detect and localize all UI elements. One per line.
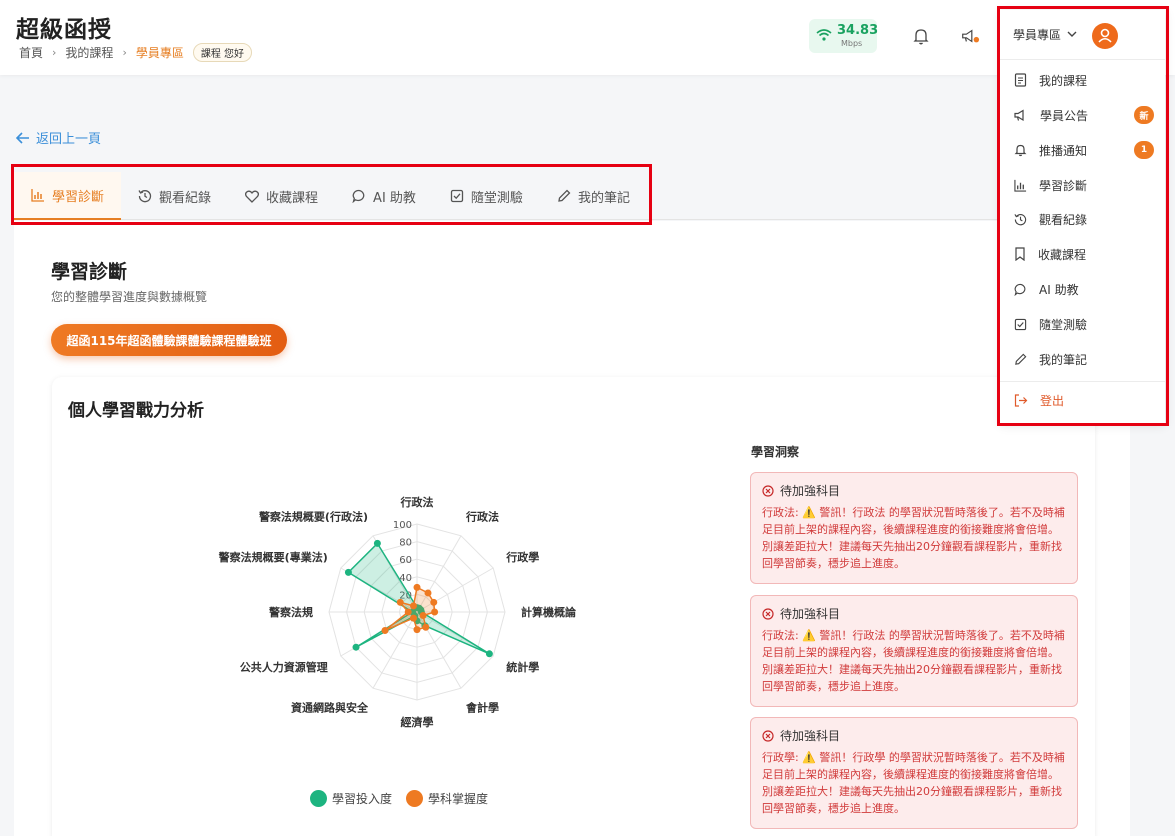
insights-title: 學習洞察 — [751, 445, 800, 459]
radar-data-point — [413, 626, 421, 634]
legend-swatch — [406, 790, 424, 807]
network-speed-badge: 34.83 Mbps — [809, 19, 879, 53]
page-title: 學習診斷 — [51, 261, 128, 283]
x-circle-icon — [762, 729, 774, 742]
alert-heading: 待加強科目 — [780, 729, 841, 743]
alert-body: 行政法: ⚠️ 警訊！行政法 的學習狀況暫時落後了。若不及時補足目前上架的課程內… — [762, 629, 1065, 693]
alert-heading: 待加強科目 — [780, 484, 841, 498]
breadcrumb: 首頁 › 我的課程 › 學員專區 課程 您好 — [19, 43, 253, 62]
radar-data-point — [396, 598, 404, 606]
radar-data-point — [431, 608, 439, 616]
megaphone-icon[interactable] — [960, 26, 980, 46]
radar-data-point — [413, 583, 421, 591]
radar-axis-label: 警察法規概要(專業法) — [218, 550, 328, 564]
radar-data-point — [352, 643, 360, 651]
x-circle-icon — [762, 484, 774, 497]
radar-axis-label: 統計學 — [506, 660, 539, 674]
radar-axis-label: 公共人力資源管理 — [240, 660, 328, 674]
speed-value: 34.83 — [837, 23, 879, 38]
radar-axis-label: 警察法規 — [268, 605, 313, 619]
alert-heading: 待加強科目 — [780, 607, 841, 621]
radar-axis-label: 資通網路與安全 — [291, 700, 369, 714]
x-circle-icon — [762, 607, 774, 620]
legend-label: 學科掌握度 — [428, 792, 489, 806]
chevron-right-icon: › — [122, 46, 127, 59]
radar-axis-label: 行政學 — [505, 550, 539, 564]
radar-data-point — [424, 589, 432, 597]
radar-data-point — [419, 612, 427, 620]
radar-tick-label: 80 — [399, 538, 412, 549]
radar-data-point — [404, 608, 412, 616]
radar-data-point — [485, 650, 493, 658]
insight-alert: 待加強科目 行政法: ⚠️ 警訊！行政法 的學習狀況暫時落後了。若不及時補足目前… — [750, 472, 1078, 584]
course-select-button[interactable]: 超函115年超函體驗課體驗課程體驗班 — [51, 324, 287, 356]
radar-axis-label: 經濟學 — [401, 715, 434, 729]
radar-axis-label: 會計學 — [466, 700, 499, 714]
radar-data-point — [344, 568, 352, 576]
breadcrumb-home[interactable]: 首頁 — [19, 44, 43, 61]
insight-alert: 待加強科目 行政學: ⚠️ 警訊！行政學 的學習狀況暫時落後了。若不及時補足目前… — [750, 717, 1078, 829]
highlight-box-dropdown — [997, 6, 1169, 426]
radar-data-point — [381, 626, 389, 634]
legend-swatch — [310, 790, 327, 807]
back-link[interactable]: 返回上一頁 — [16, 128, 101, 147]
back-link-label: 返回上一頁 — [36, 132, 102, 147]
speed-unit: Mbps — [841, 39, 863, 48]
page-subtitle: 您的整體學習進度與數據概覽 — [51, 290, 208, 304]
radar-axis-label: 行政法 — [465, 510, 499, 524]
alert-body: 行政法: ⚠️ 警訊！行政法 的學習狀況暫時落後了。若不及時補足目前上架的課程內… — [762, 506, 1065, 570]
alert-body: 行政學: ⚠️ 警訊！行政學 的學習狀況暫時落後了。若不及時補足目前上架的課程內… — [762, 751, 1065, 815]
radar-data-point — [422, 623, 430, 631]
radar-data-point — [373, 539, 381, 547]
breadcrumb-student-zone: 學員專區 — [135, 46, 184, 60]
radar-axis-label: 警察法規概要(行政法) — [258, 510, 368, 524]
arrow-left-icon — [16, 131, 29, 144]
highlight-box-tabs — [11, 164, 652, 225]
wifi-icon — [816, 29, 832, 41]
chevron-right-icon: › — [52, 46, 57, 59]
brand-logo-text[interactable]: 超級函授 — [16, 10, 112, 44]
insight-alert: 待加強科目 行政法: ⚠️ 警訊！行政法 的學習狀況暫時落後了。若不及時補足目前… — [750, 595, 1078, 707]
legend-item[interactable]: 學習投入度 — [310, 790, 392, 807]
bell-icon[interactable] — [911, 26, 931, 46]
radar-data-point — [430, 598, 438, 606]
radar-axis-label: 行政法 — [400, 495, 434, 509]
greeting-pill: 課程 您好 — [192, 43, 253, 62]
radar-axis-label: 計算機概論 — [521, 605, 577, 619]
radar-chart: 10080604020行政法行政法行政學計算機概論統計學會計學經濟學資通網路與安… — [218, 495, 577, 729]
analysis-card-title: 個人學習戰力分析 — [68, 401, 204, 421]
radar-data-point — [409, 602, 417, 610]
radar-data-point — [409, 614, 417, 622]
radar-tick-label: 60 — [399, 555, 412, 566]
breadcrumb-my-courses[interactable]: 我的課程 — [65, 44, 113, 61]
radar-tick-label: 100 — [393, 520, 412, 531]
chart-legend: 學習投入度 學科掌握度 — [310, 790, 488, 807]
legend-label: 學習投入度 — [332, 792, 393, 806]
legend-item[interactable]: 學科掌握度 — [406, 790, 488, 807]
